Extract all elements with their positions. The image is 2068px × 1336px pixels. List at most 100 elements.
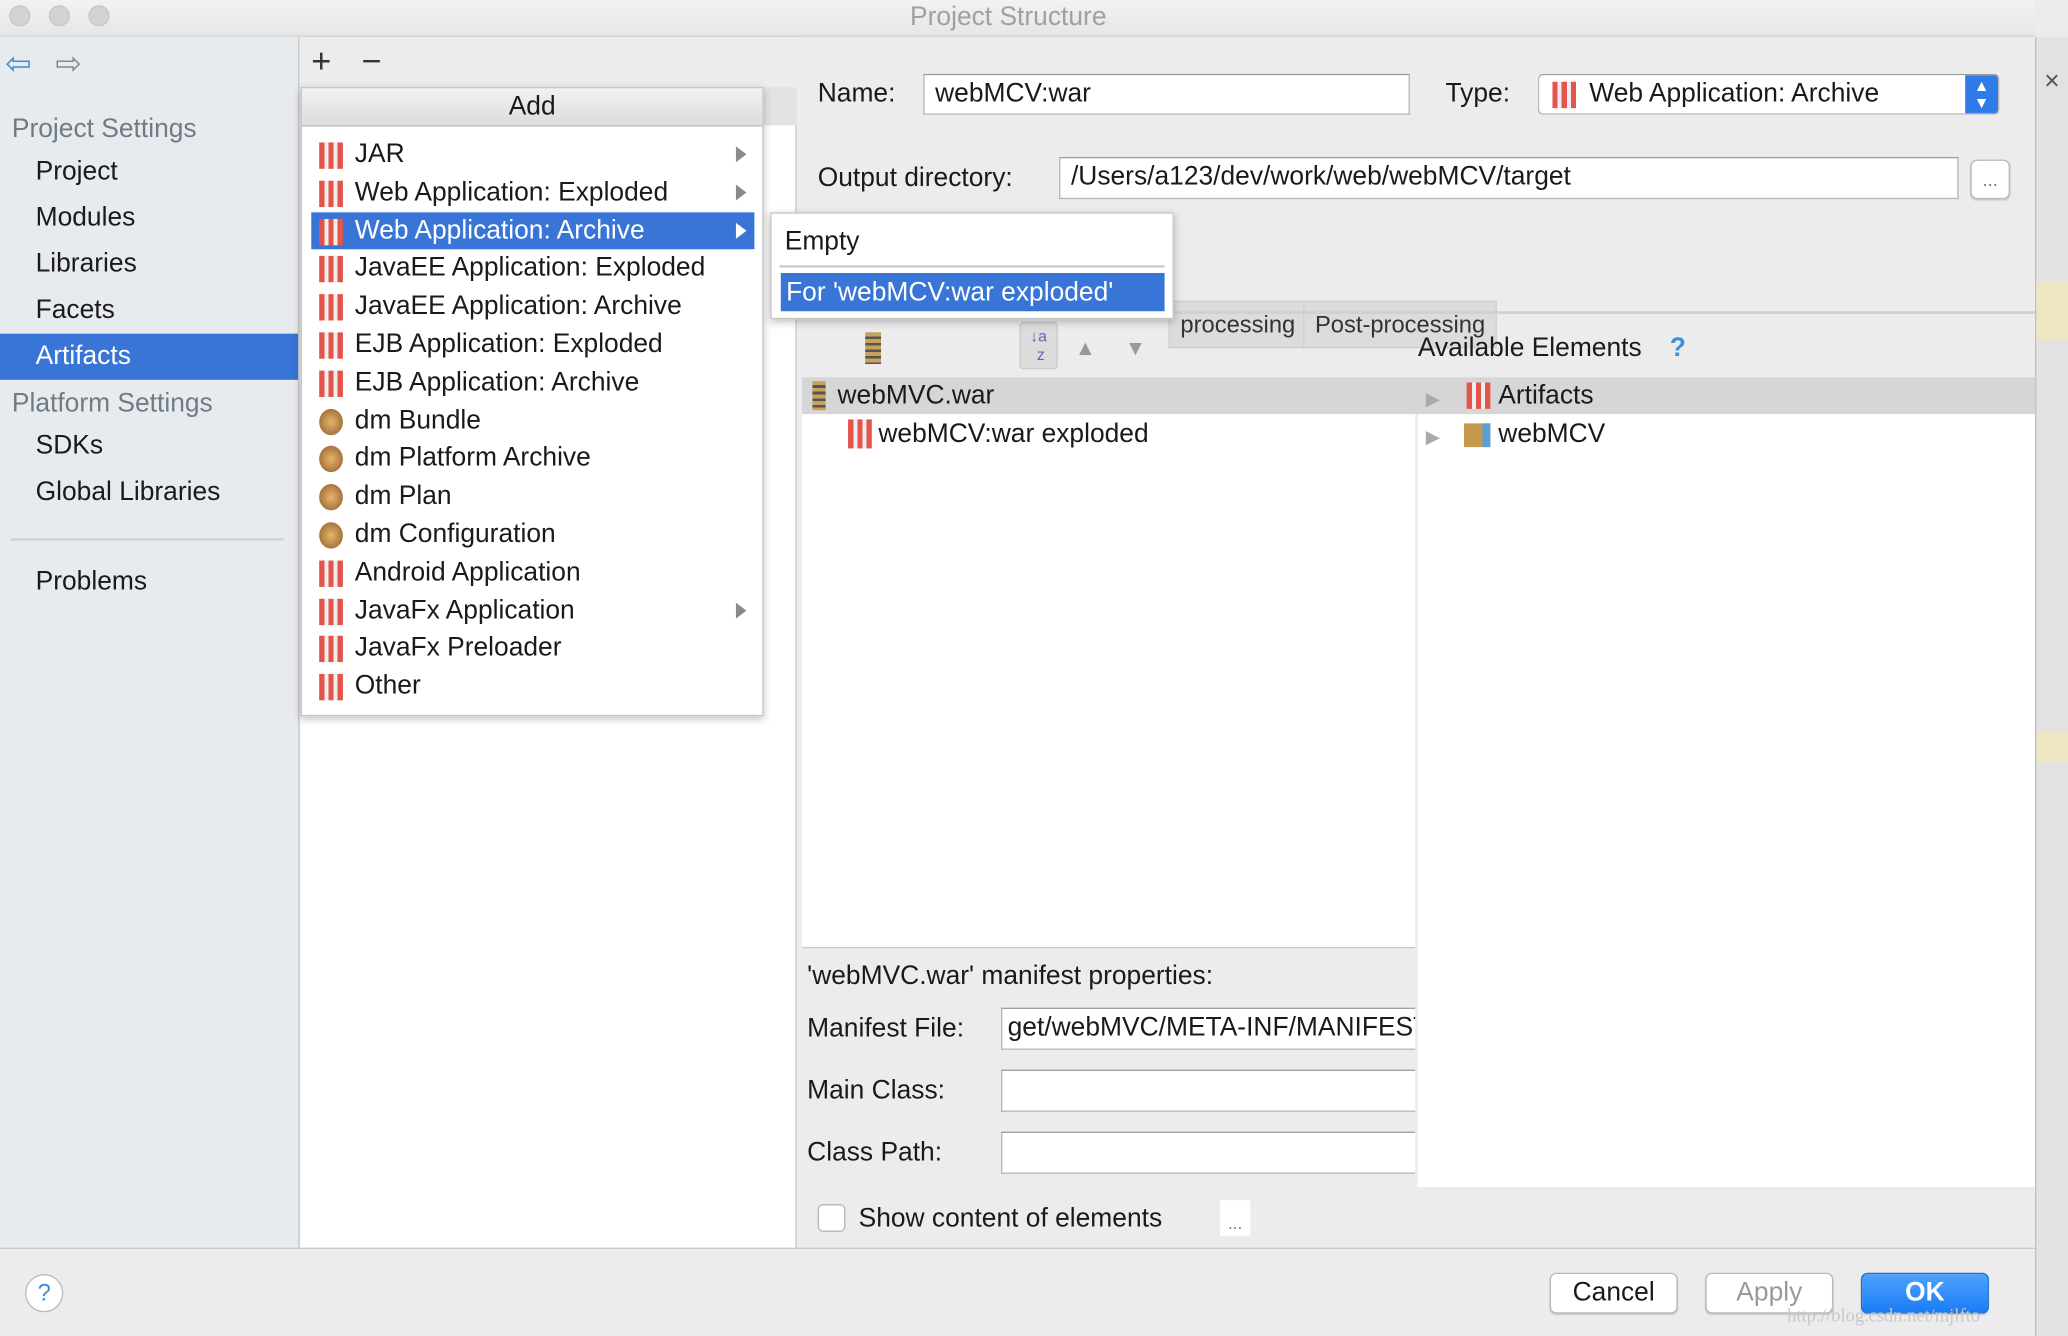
sidebar-item-problems[interactable]: Problems: [36, 566, 147, 598]
sidebar-item-facets[interactable]: Facets: [36, 294, 115, 326]
menu-item-label: EJB Application: Archive: [354, 367, 640, 397]
browse-output-button[interactable]: ...: [1970, 159, 2011, 200]
forward-arrow-icon[interactable]: ⇨: [55, 48, 82, 81]
expand-module-icon[interactable]: ▶: [1426, 421, 1440, 453]
menu-item[interactable]: JAR: [311, 136, 754, 173]
show-content-options-button[interactable]: ...: [1219, 1200, 1251, 1236]
menu-item-label: dm Bundle: [354, 405, 481, 435]
add-artifact-button[interactable]: +: [311, 44, 331, 78]
output-layout-tree[interactable]: [801, 377, 1416, 947]
main-class-input[interactable]: [1001, 1069, 1416, 1112]
minimize-window-button[interactable]: [48, 5, 70, 27]
manifest-file-input[interactable]: get/webMVC/META-INF/MANIFEST.MF: [1001, 1007, 1416, 1050]
help-icon[interactable]: ?: [1670, 332, 1686, 364]
help-button[interactable]: ?: [25, 1274, 64, 1313]
zoom-window-button[interactable]: [88, 5, 110, 27]
menu-item-label: Android Application: [354, 557, 581, 587]
menu-item[interactable]: Android Application: [311, 554, 754, 591]
menu-item[interactable]: JavaEE Application: Exploded: [311, 250, 754, 287]
name-label: Name:: [817, 79, 896, 109]
menu-item-label: Web Application: Exploded: [354, 177, 669, 207]
menu-item[interactable]: JavaEE Application: Archive: [311, 288, 754, 325]
artifact-gift-icon: [319, 218, 343, 245]
move-down-icon[interactable]: ▼: [1125, 338, 1146, 362]
sidebar-item-label: Artifacts: [35, 341, 131, 371]
menu-item[interactable]: JavaFx Application: [311, 592, 754, 629]
output-directory-input[interactable]: /Users/a123/dev/work/web/webMCV/target: [1059, 156, 1959, 200]
submenu-arrow-icon: [735, 222, 747, 239]
menu-item-label: JAR: [354, 139, 405, 169]
move-up-icon[interactable]: ▲: [1075, 338, 1096, 362]
add-menu-title: Add: [302, 88, 763, 127]
menu-item-label: dm Platform Archive: [354, 443, 591, 473]
tree-item-war[interactable]: webMVC.war: [838, 380, 995, 412]
artifact-gift-icon: [319, 256, 343, 283]
menu-item[interactable]: dm Plan: [311, 478, 754, 515]
close-window-button[interactable]: [9, 5, 31, 27]
menu-item-label: Web Application: Archive: [354, 215, 645, 245]
divider: [10, 538, 284, 541]
available-item-artifacts[interactable]: Artifacts: [1498, 380, 1593, 412]
highlight-marker: [2036, 731, 2068, 763]
name-input[interactable]: webMCV:war: [923, 73, 1410, 115]
artifact-gift-icon: [319, 370, 343, 397]
artifact-gift-icon: [319, 294, 343, 321]
expand-artifacts-icon[interactable]: ▶: [1426, 382, 1440, 414]
menu-item[interactable]: Web Application: Exploded: [311, 174, 754, 211]
class-path-input[interactable]: [1001, 1131, 1416, 1174]
window-title: Project Structure: [910, 2, 1107, 32]
artifact-gift-icon: [319, 332, 343, 359]
menu-item[interactable]: Web Application: Archive: [311, 211, 755, 249]
sidebar-item-artifacts[interactable]: Artifacts: [0, 333, 299, 380]
web-archive-submenu: Empty For 'webMCV:war exploded': [770, 212, 1174, 320]
archive-icon[interactable]: [865, 332, 882, 365]
available-elements-tree[interactable]: [1417, 377, 2036, 1188]
sidebar-item-libraries[interactable]: Libraries: [36, 248, 137, 280]
menu-item[interactable]: dm Platform Archive: [311, 440, 754, 477]
menu-item-label: EJB Application: Exploded: [354, 329, 663, 359]
show-content-checkbox[interactable]: [817, 1204, 846, 1232]
menu-item[interactable]: Other: [311, 668, 754, 705]
sidebar-item-modules[interactable]: Modules: [36, 202, 136, 234]
war-archive-icon: [812, 381, 826, 411]
divider: [801, 946, 1416, 949]
manifest-file-label: Manifest File:: [807, 1014, 965, 1044]
sidebar-item-project[interactable]: Project: [36, 156, 118, 188]
menu-item[interactable]: EJB Application: Archive: [311, 364, 754, 401]
back-arrow-icon[interactable]: ⇦: [5, 48, 32, 81]
menu-item[interactable]: EJB Application: Exploded: [311, 326, 754, 363]
footer-divider: [0, 1247, 2036, 1249]
type-select[interactable]: Web Application: Archive ▲ ▼: [1537, 73, 2000, 115]
submenu-item-for-exploded[interactable]: For 'webMCV:war exploded': [780, 273, 1165, 312]
cancel-button[interactable]: Cancel: [1549, 1272, 1678, 1314]
background-window-edge: ×: [2035, 36, 2068, 1336]
remove-artifact-button[interactable]: −: [361, 44, 381, 78]
submenu-item-label: For 'webMCV:war exploded': [786, 278, 1114, 308]
submenu-item-empty[interactable]: Empty: [785, 226, 860, 258]
menu-item[interactable]: dm Configuration: [311, 516, 754, 553]
artifact-gift-icon: [319, 180, 343, 207]
sidebar-item-sdks[interactable]: SDKs: [36, 430, 103, 462]
menu-item-label: Other: [354, 671, 421, 701]
menu-item-label: JavaEE Application: Archive: [354, 291, 682, 321]
class-path-label: Class Path:: [807, 1138, 943, 1168]
close-icon[interactable]: ×: [2044, 66, 2059, 98]
exploded-artifact-icon: [848, 419, 872, 449]
artifact-gift-icon: [319, 636, 343, 663]
menu-item-label: dm Configuration: [354, 519, 556, 549]
dm-artifact-icon: [319, 484, 343, 511]
dm-artifact-icon: [319, 408, 343, 435]
menu-item[interactable]: dm Bundle: [311, 402, 754, 439]
tree-item-war-exploded[interactable]: webMCV:war exploded: [878, 418, 1148, 450]
type-select-value: Web Application: Archive: [1589, 79, 1880, 109]
sidebar-item-global-libraries[interactable]: Global Libraries: [36, 476, 221, 508]
module-folder-icon: [1463, 423, 1491, 448]
menu-item[interactable]: JavaFx Preloader: [311, 630, 754, 667]
sort-alphabetically-icon[interactable]: ↓a z: [1019, 321, 1058, 370]
main-class-label: Main Class:: [807, 1076, 945, 1106]
manifest-title: 'webMVC.war' manifest properties:: [807, 961, 1214, 991]
available-item-webmcv[interactable]: webMCV: [1498, 418, 1605, 450]
tab-pre-processing[interactable]: processing: [1168, 300, 1306, 349]
menu-item-label: dm Plan: [354, 481, 452, 511]
project-settings-heading: Project Settings: [11, 114, 197, 144]
